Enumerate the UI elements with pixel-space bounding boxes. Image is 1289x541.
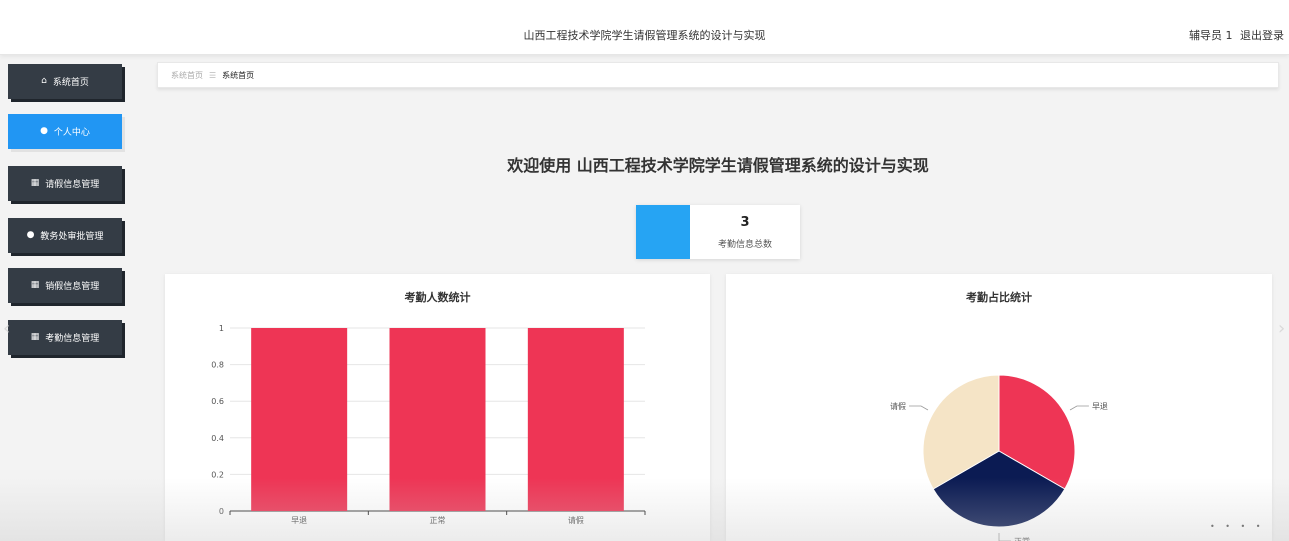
sidebar-item-home[interactable]: ⌂ 系统首页 <box>8 64 122 99</box>
breadcrumb: 系统首页 ☰ 系统首页 <box>157 62 1279 88</box>
sidebar-item-academic-approval[interactable]: ● 教务处审批管理 <box>8 218 122 253</box>
pie-label: 请假 <box>890 401 906 411</box>
grid-icon: ▦ <box>30 280 40 290</box>
stat-label: 考勤信息总数 <box>717 240 772 250</box>
bar <box>527 328 624 511</box>
carousel-prev-icon[interactable]: ‹ <box>3 318 10 339</box>
sidebar-item-label: 考勤信息管理 <box>45 334 100 344</box>
sidebar-item-leave-info[interactable]: ▦ 请假信息管理 <box>8 166 122 201</box>
sidebar-item-personal-center[interactable]: ● 个人中心 <box>8 114 122 149</box>
logout-link[interactable]: 退出登录 <box>1240 27 1284 43</box>
breadcrumb-item-home[interactable]: 系统首页 <box>171 70 203 81</box>
y-tick-label: 0.6 <box>211 397 224 406</box>
bulb-icon: ● <box>26 230 35 240</box>
stat-value: 3 <box>740 215 750 230</box>
attendance-total-card: 3 考勤信息总数 <box>636 205 800 259</box>
top-bar: 山西工程技术学院学生请假管理系统的设计与实现 辅导员 1 退出登录 <box>0 0 1289 55</box>
sidebar-item-label: 销假信息管理 <box>45 282 100 292</box>
pie-label-line <box>909 405 929 411</box>
y-tick-label: 0.4 <box>211 434 224 443</box>
pie-label-line <box>1069 405 1089 411</box>
y-tick-label: 0.2 <box>211 470 224 479</box>
grid-icon: ▦ <box>30 178 40 188</box>
bar-chart-panel: 考勤人数统计 0 0.2 0.4 0.6 0.8 1 早退 正常 请假 <box>165 274 710 541</box>
home-icon: ⌂ <box>41 76 47 86</box>
user-icon: ● <box>40 126 48 136</box>
app-title: 山西工程技术学院学生请假管理系统的设计与实现 <box>523 29 766 42</box>
x-tick-label: 正常 <box>430 516 446 525</box>
current-user: 辅导员 1 <box>1189 29 1233 42</box>
breadcrumb-item-current: 系统首页 <box>222 70 255 80</box>
x-tick-label: 请假 <box>568 515 584 525</box>
bar <box>389 328 486 511</box>
pie-label: 早退 <box>1092 402 1108 411</box>
pie-label: 正常 <box>1014 537 1030 541</box>
pie-chart-panel: 考勤占比统计 早退正常请假 <box>726 274 1272 541</box>
carousel-dots[interactable]: • • • • <box>1210 522 1265 531</box>
sidebar-item-attendance[interactable]: ▦ 考勤信息管理 <box>8 320 122 355</box>
y-tick-label: 0.8 <box>211 361 224 370</box>
sidebar-item-label: 系统首页 <box>52 78 89 88</box>
y-tick-label: 1 <box>219 324 224 333</box>
bar-chart: 0 0.2 0.4 0.6 0.8 1 早退 正常 请假 <box>211 324 646 525</box>
breadcrumb-separator-icon: ☰ <box>209 70 217 80</box>
pie-chart: 早退正常 请假 <box>890 374 1108 541</box>
x-tick-label: 早退 <box>291 516 307 525</box>
sidebar-item-label: 个人中心 <box>53 128 90 138</box>
sidebar-item-leave-cancel[interactable]: ▦ 销假信息管理 <box>8 268 122 303</box>
carousel-next-icon[interactable]: › <box>1278 318 1285 339</box>
pie-label-line <box>998 533 1011 541</box>
y-tick-label: 0 <box>219 507 224 516</box>
welcome-heading: 欢迎使用 山西工程技术学院学生请假管理系统的设计与实现 <box>507 156 929 175</box>
stat-color-block <box>636 205 690 259</box>
sidebar-item-label: 请假信息管理 <box>45 180 100 190</box>
bar <box>251 328 348 511</box>
sidebar-item-label: 教务处审批管理 <box>40 232 104 242</box>
grid-icon: ▦ <box>30 332 40 342</box>
